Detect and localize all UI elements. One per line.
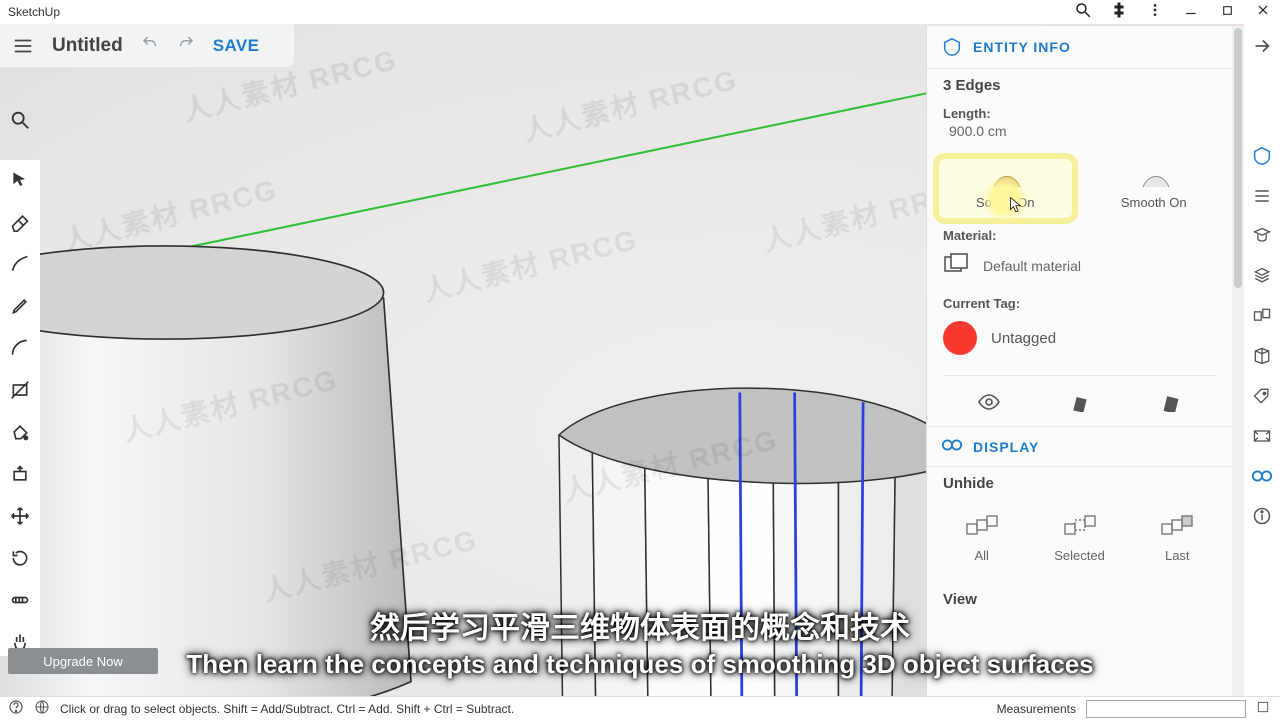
instructor-icon[interactable] <box>1248 222 1276 250</box>
lines-tool[interactable] <box>4 250 36 278</box>
inspector-panel: ENTITY INFO 3 Edges Length: 900.0 cm Sof… <box>926 26 1244 696</box>
status-corner-icon[interactable] <box>1256 700 1270 717</box>
cylinder-faceted <box>559 388 967 696</box>
divider <box>943 375 1216 376</box>
cylinder-smooth <box>0 246 411 696</box>
measurements-label: Measurements <box>997 702 1076 716</box>
smooth-label: Smooth On <box>1121 195 1187 210</box>
display-rail-icon[interactable] <box>1248 462 1276 490</box>
unhide-all-label: All <box>975 548 989 563</box>
visibility-icon[interactable] <box>975 392 1003 412</box>
language-icon[interactable] <box>34 699 50 718</box>
scrollbar-thumb[interactable] <box>1234 28 1242 288</box>
material-label: Material: <box>927 224 1232 245</box>
display-header-icon <box>941 437 963 456</box>
tags-icon[interactable] <box>1248 382 1276 410</box>
zoom-icon[interactable] <box>1074 1 1092 19</box>
soften-toggle[interactable]: Soften On <box>939 159 1072 218</box>
current-tag-label: Current Tag: <box>927 292 1232 313</box>
forward-pane-icon[interactable] <box>1244 26 1280 66</box>
tag-color-dot[interactable] <box>943 321 977 355</box>
help-icon[interactable] <box>8 699 24 718</box>
select-tool[interactable] <box>4 166 36 194</box>
pushpull-tool[interactable] <box>4 460 36 488</box>
document-title: Untitled <box>52 35 123 57</box>
paint-bucket-tool[interactable] <box>4 418 36 446</box>
styles-icon[interactable] <box>1248 342 1276 370</box>
entity-info-icon[interactable] <box>1248 142 1276 170</box>
entity-info-title: ENTITY INFO <box>973 39 1071 55</box>
smooth-toggle[interactable]: Smooth On <box>1088 159 1221 218</box>
move-tool[interactable] <box>4 502 36 530</box>
redo-button[interactable] <box>177 34 195 57</box>
unhide-last-button[interactable]: Last <box>1160 514 1194 563</box>
unhide-last-label: Last <box>1165 548 1190 563</box>
soften-icon <box>992 169 1018 189</box>
unhide-selected-label: Selected <box>1054 548 1105 563</box>
rotate-tool[interactable] <box>4 544 36 572</box>
scenes-icon[interactable] <box>1248 422 1276 450</box>
hamburger-menu-icon[interactable] <box>12 35 34 57</box>
unhide-title: Unhide <box>927 467 1232 500</box>
material-value[interactable]: Default material <box>983 258 1081 274</box>
right-rail <box>1244 138 1280 530</box>
lock-icon[interactable] <box>1066 392 1094 412</box>
maximize-icon[interactable] <box>1218 1 1236 19</box>
display-title: DISPLAY <box>973 439 1039 455</box>
left-toolbar <box>0 160 40 656</box>
unhide-all-button[interactable]: All <box>965 514 999 563</box>
status-hint: Click or drag to select objects. Shift =… <box>60 702 514 716</box>
kebab-menu-icon[interactable] <box>1146 1 1164 19</box>
pencil-tool[interactable] <box>4 292 36 320</box>
eraser-tool[interactable] <box>4 208 36 236</box>
upgrade-button[interactable]: Upgrade Now <box>8 648 158 674</box>
status-bar: Click or drag to select objects. Shift =… <box>0 696 1280 720</box>
components-icon[interactable] <box>1248 262 1276 290</box>
save-button[interactable]: SAVE <box>213 36 260 56</box>
selection-summary: 3 Edges <box>927 69 1232 102</box>
measurements-input[interactable] <box>1086 700 1246 718</box>
material-swatch-icon[interactable] <box>943 253 969 278</box>
length-label: Length: <box>927 102 1232 123</box>
upgrade-label: Upgrade Now <box>43 654 123 669</box>
extensions-icon[interactable] <box>1110 1 1128 19</box>
outliner-icon[interactable] <box>1248 182 1276 210</box>
soften-label: Soften On <box>976 195 1035 210</box>
info-icon[interactable] <box>1248 502 1276 530</box>
entity-info-header-icon <box>941 36 963 58</box>
minimize-icon[interactable] <box>1182 1 1200 19</box>
tape-measure-tool[interactable] <box>4 586 36 614</box>
materials-icon[interactable] <box>1248 302 1276 330</box>
view-title: View <box>927 577 1232 616</box>
length-value: 900.0 cm <box>927 123 1232 149</box>
close-icon[interactable] <box>1254 1 1272 19</box>
app-title: SketchUp <box>8 5 60 19</box>
smooth-icon <box>1141 169 1167 189</box>
arc-tool[interactable] <box>4 334 36 362</box>
undo-button[interactable] <box>141 34 159 57</box>
unhide-selected-button[interactable]: Selected <box>1054 514 1105 563</box>
rectangle-tool[interactable] <box>4 376 36 404</box>
shadow-icon[interactable] <box>1157 392 1185 412</box>
tag-name[interactable]: Untagged <box>991 330 1056 347</box>
scrollbar-track[interactable] <box>1232 26 1244 696</box>
search-button[interactable] <box>0 100 40 140</box>
